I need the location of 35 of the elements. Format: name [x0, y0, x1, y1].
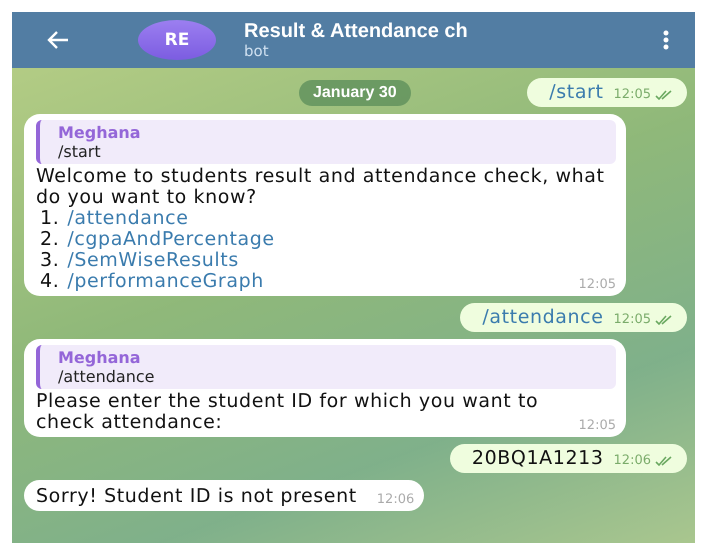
message-time: 12:05: [614, 87, 651, 102]
back-arrow-icon[interactable]: [46, 30, 70, 50]
double-check-icon: [655, 314, 673, 324]
chat-subtitle: bot: [244, 42, 270, 60]
message-time: 12:06: [376, 492, 414, 507]
command-link[interactable]: /SemWiseResults: [67, 250, 239, 271]
message-time: 12:05: [614, 312, 651, 327]
message-time: 12:06: [614, 453, 651, 468]
reply-text: /attendance: [58, 367, 156, 386]
double-check-icon: [655, 456, 673, 466]
list-number: 3.: [40, 250, 60, 271]
chat-title: Result & Attendance ch: [244, 20, 469, 42]
reply-quote[interactable]: Meghana /start: [36, 120, 616, 164]
reply-author: Meghana: [58, 348, 142, 367]
list-number: 1.: [40, 208, 60, 229]
reply-author: Meghana: [58, 123, 142, 142]
avatar[interactable]: RE: [138, 20, 216, 60]
command-link[interactable]: /start: [549, 82, 604, 103]
list-number: 2.: [40, 229, 60, 250]
more-menu-icon[interactable]: [663, 30, 669, 50]
message-text: Please enter the student ID for which you want to check attendance:: [36, 391, 540, 433]
command-link[interactable]: /attendance: [482, 307, 604, 328]
double-check-icon: [655, 90, 673, 100]
message-time: 12:05: [578, 277, 616, 292]
reply-quote[interactable]: Meghana /attendance: [36, 345, 616, 389]
message-time: 12:05: [578, 418, 616, 433]
message-text: Welcome to students result and attendance check, what do you want to know?: [36, 166, 606, 208]
reply-text: /start: [58, 142, 102, 161]
message-text: Sorry! Student ID is not present: [36, 486, 357, 507]
command-link[interactable]: /attendance: [67, 208, 188, 229]
list-number: 4.: [40, 271, 60, 292]
command-link[interactable]: /cgpaAndPercentage: [67, 229, 275, 250]
date-badge: January 30: [299, 80, 411, 106]
command-link[interactable]: /performanceGraph: [67, 271, 264, 292]
message-text: 20BQ1A1213: [472, 448, 604, 469]
